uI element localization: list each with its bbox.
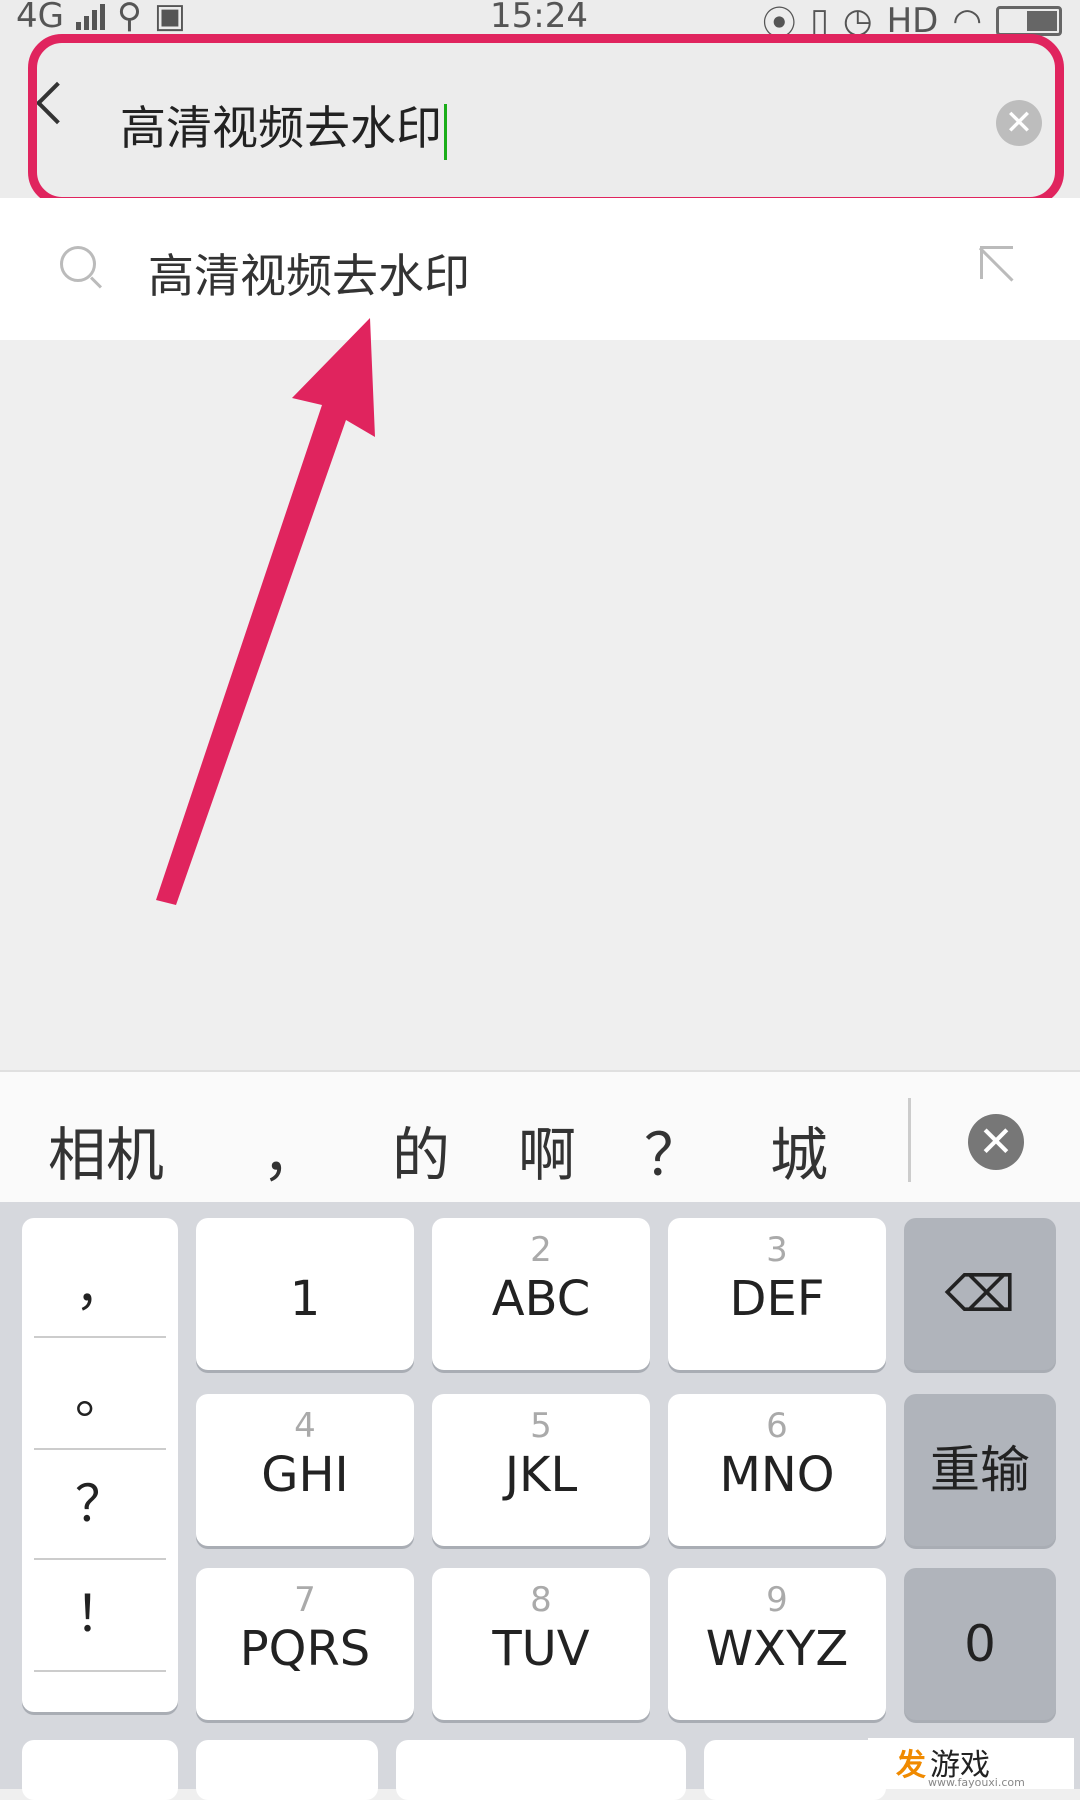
watermark: 发 游戏 www.fayouxi.com [868, 1738, 1074, 1789]
candidate-bar: 相机 ， 的 啊 ？ 城 ✕ [0, 1070, 1080, 1204]
punctuation-column: ， 。 ？ ！ [22, 1218, 178, 1712]
candidate-item[interactable]: 相机 [48, 1108, 164, 1192]
zero-key[interactable]: 0 [904, 1568, 1056, 1720]
key-9[interactable]: 9 WXYZ [668, 1568, 886, 1720]
bottom-key[interactable] [704, 1740, 886, 1800]
candidate-item[interactable]: 啊 [518, 1108, 576, 1192]
reinput-button[interactable]: 重输 [904, 1394, 1056, 1546]
backspace-icon: ⌫ [944, 1265, 1016, 1323]
divider [34, 1558, 166, 1560]
punct-key[interactable]: ！ [22, 1574, 178, 1646]
divider [34, 1448, 166, 1450]
watermark-brand: 发 [896, 1748, 926, 1783]
key-2[interactable]: 2 ABC [432, 1218, 650, 1370]
punct-key[interactable]: ？ [22, 1464, 178, 1536]
keyboard: ， 。 ？ ！ 1 2 ABC 3 DEF 4 GHI 5 JKL 6 MNO 7 PQRS… [0, 1202, 1080, 1800]
key-7[interactable]: 7 PQRS [196, 1568, 414, 1720]
candidate-item[interactable]: 的 [392, 1108, 450, 1192]
divider [34, 1336, 166, 1338]
key-8[interactable]: 8 TUV [432, 1568, 650, 1720]
bottom-key[interactable] [196, 1740, 378, 1800]
key-3[interactable]: 3 DEF [668, 1218, 886, 1370]
key-6[interactable]: 6 MNO [668, 1394, 886, 1546]
punct-key[interactable]: 。 [22, 1356, 178, 1428]
candidate-divider [908, 1098, 911, 1182]
punct-key[interactable]: ， [22, 1248, 178, 1320]
watermark-url: www.fayouxi.com [928, 1776, 1025, 1789]
key-1[interactable]: 1 [196, 1218, 414, 1370]
backspace-button[interactable]: ⌫ [904, 1218, 1056, 1370]
annotation-arrow [156, 318, 375, 905]
close-candidates-icon[interactable]: ✕ [968, 1114, 1024, 1170]
bottom-key[interactable] [22, 1740, 178, 1800]
divider [34, 1670, 166, 1672]
key-5[interactable]: 5 JKL [432, 1394, 650, 1546]
candidate-item[interactable]: ？ [644, 1108, 702, 1192]
key-4[interactable]: 4 GHI [196, 1394, 414, 1546]
candidate-item[interactable]: 城 [770, 1108, 828, 1192]
space-key[interactable] [396, 1740, 686, 1800]
candidate-item[interactable]: ， [262, 1108, 320, 1192]
